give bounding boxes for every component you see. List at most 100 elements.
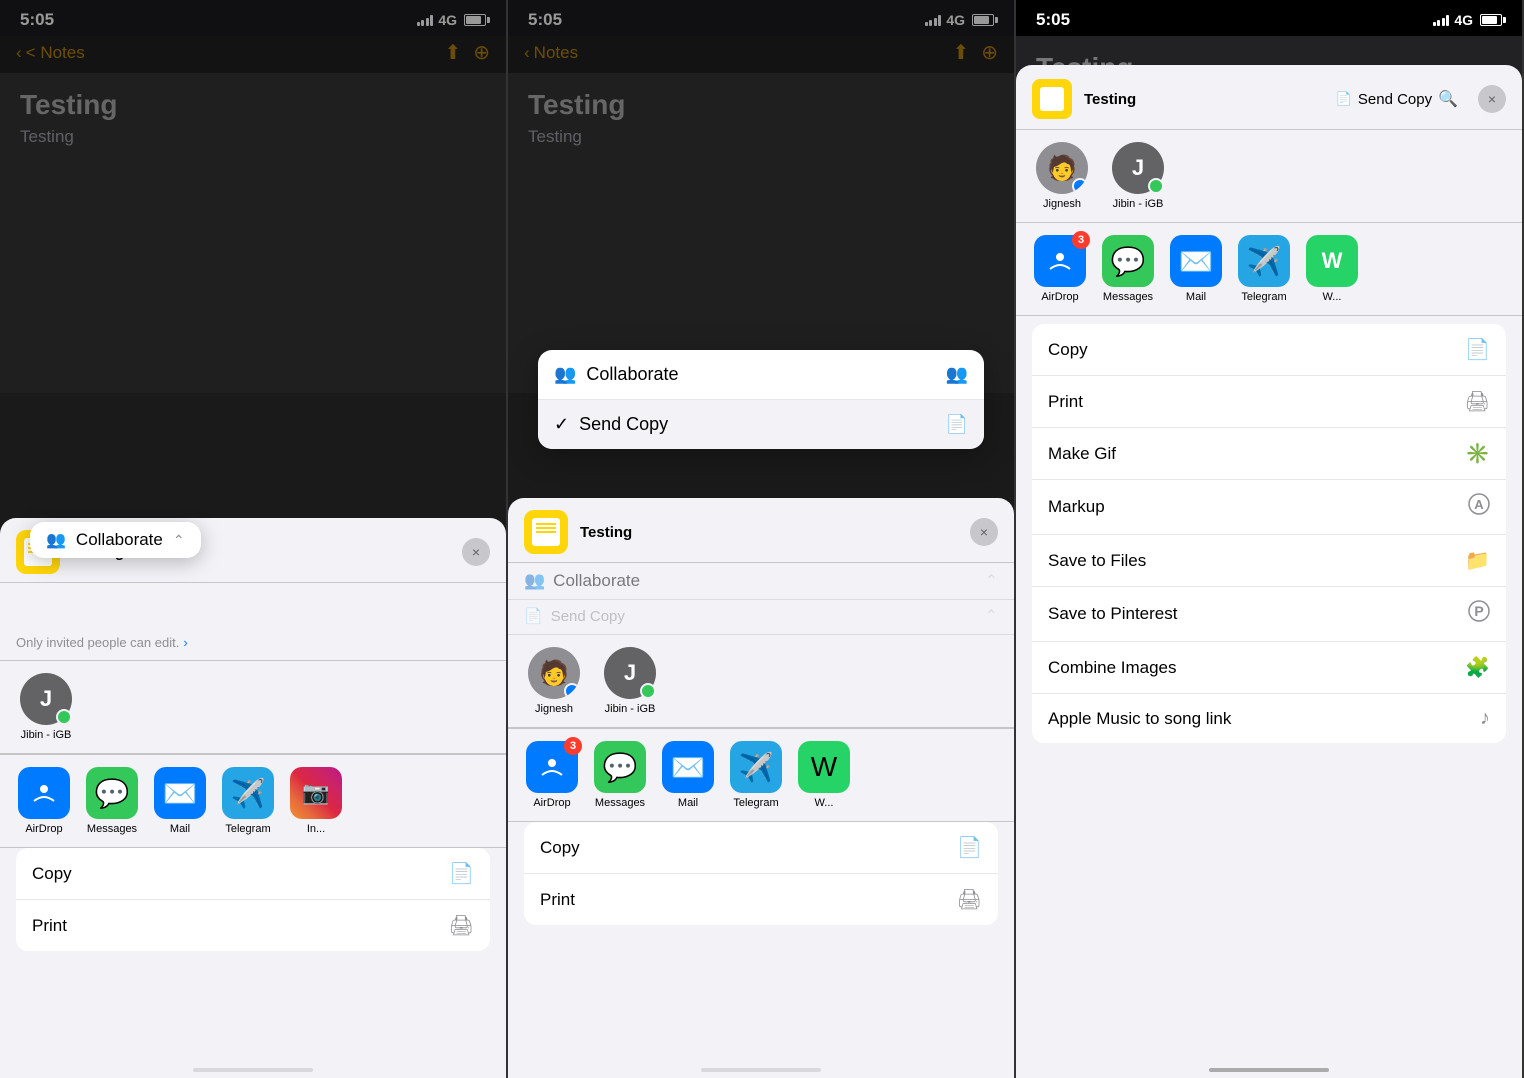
save-pinterest-action-3[interactable]: Save to Pinterest P xyxy=(1032,587,1506,642)
contact-avatar-jignesh-3: 🧑 xyxy=(1036,142,1088,194)
airdrop-badge-count-2: 3 xyxy=(564,737,582,755)
close-button-1[interactable]: × xyxy=(462,538,490,566)
send-copy-header-label-3: 📄 xyxy=(1336,91,1352,107)
app-w-3[interactable]: W W... xyxy=(1304,235,1360,303)
make-gif-label-3: Make Gif xyxy=(1048,444,1116,464)
airdrop-badge-3 xyxy=(1072,178,1088,194)
contact-jibin-2[interactable]: J Jibin - iGB xyxy=(600,647,660,715)
contact-jignesh-3[interactable]: 🧑 Jignesh xyxy=(1032,142,1092,210)
contact-jibin-1[interactable]: J Jibin - iGB xyxy=(16,673,76,741)
app-name-messages-2: Messages xyxy=(595,797,645,809)
print-action-3[interactable]: Print 🖨 xyxy=(1032,376,1506,428)
markup-icon-3: A xyxy=(1468,493,1490,521)
combine-images-action-3[interactable]: Combine Images 🧩 xyxy=(1032,642,1506,694)
panel-2: 5:05 4G ‹ Notes ⬆ ⊕ Testing Testing xyxy=(508,0,1016,1078)
mail-icon-1: ✉️ xyxy=(154,767,206,819)
make-gif-icon-3: ✳️ xyxy=(1465,441,1490,466)
share-header-2: Testing × xyxy=(508,498,1014,563)
battery-3 xyxy=(1480,14,1502,26)
p3-contacts: 🧑 Jignesh J Jibin - iGB xyxy=(1016,130,1522,223)
copy-label-1: Copy xyxy=(32,864,72,884)
save-files-icon-3: 📁 xyxy=(1465,548,1490,573)
contact-name-jibin-3: Jibin - iGB xyxy=(1113,198,1164,210)
home-indicator-3 xyxy=(1209,1068,1329,1072)
app-telegram-2[interactable]: ✈️ Telegram xyxy=(728,741,784,809)
collab-section-1: Only invited people can edit. › xyxy=(0,583,506,661)
close-button-2[interactable]: × xyxy=(970,518,998,546)
share-sheet-1: Testing × Only invited people can edit. … xyxy=(0,518,506,1078)
print-label-1: Print xyxy=(32,916,67,936)
app-name-instagram-1: In... xyxy=(307,823,325,835)
app-airdrop-1[interactable]: AirDrop xyxy=(16,767,72,835)
messages-badge-3 xyxy=(1148,178,1164,194)
app-name-airdrop-2: AirDrop xyxy=(533,797,570,809)
p3-note-title: Testing xyxy=(1084,91,1198,108)
markup-label-3: Markup xyxy=(1048,497,1105,517)
send-copy-header-3: 📄 Send Copy 🔍 xyxy=(1336,89,1458,109)
checkmark-icon-2: ✓ xyxy=(554,414,569,435)
print-action-2[interactable]: Print 🖨 xyxy=(524,874,998,925)
app-mail-2[interactable]: ✉️ Mail xyxy=(660,741,716,809)
print-label-3: Print xyxy=(1048,392,1083,412)
app-name-telegram-1: Telegram xyxy=(225,823,270,835)
send-copy-option-label-2: Send Copy xyxy=(579,414,668,435)
contact-name-jignesh-2: Jignesh xyxy=(535,703,573,715)
save-pinterest-label-3: Save to Pinterest xyxy=(1048,604,1177,624)
search-icon-3[interactable]: 🔍 xyxy=(1438,89,1458,109)
app-w-2[interactable]: W W... xyxy=(796,741,852,809)
network-type-3: 4G xyxy=(1454,12,1473,28)
copy-icon-2: 📄 xyxy=(957,835,982,860)
app-airdrop-2[interactable]: 3 AirDrop xyxy=(524,741,580,809)
print-action-1[interactable]: Print 🖨 xyxy=(16,900,490,951)
svg-text:A: A xyxy=(1474,497,1484,512)
note-icon-2 xyxy=(524,510,568,554)
app-airdrop-3[interactable]: 3 AirDrop xyxy=(1032,235,1088,303)
app-mail-3[interactable]: ✉️ Mail xyxy=(1168,235,1224,303)
apple-music-action-3[interactable]: Apple Music to song link ♪ xyxy=(1032,694,1506,743)
app-mail-1[interactable]: ✉️ Mail xyxy=(152,767,208,835)
copy-action-2[interactable]: Copy 📄 xyxy=(524,822,998,874)
app-name-w-3: W... xyxy=(1323,291,1342,303)
messages-icon-2: 💬 xyxy=(594,741,646,793)
messages-icon-1: 💬 xyxy=(86,767,138,819)
combine-images-icon-3: 🧩 xyxy=(1465,655,1490,680)
contact-name-jibin-1: Jibin - iGB xyxy=(21,729,72,741)
app-instagram-1[interactable]: 📷 In... xyxy=(288,767,344,835)
svg-text:P: P xyxy=(1474,603,1483,619)
messages-badge-2 xyxy=(640,683,656,699)
markup-action-3[interactable]: Markup A xyxy=(1032,480,1506,535)
collaborate-option-icon-2: 👥 xyxy=(946,364,968,385)
contact-name-jibin-2: Jibin - iGB xyxy=(605,703,656,715)
app-messages-3[interactable]: 💬 Messages xyxy=(1100,235,1156,303)
app-name-mail-2: Mail xyxy=(678,797,698,809)
apple-music-label-3: Apple Music to song link xyxy=(1048,709,1231,729)
p3-apps: 3 AirDrop 💬 Messages ✉️ Mail ✈️ Telegram xyxy=(1016,223,1522,316)
collaborate-popup-1[interactable]: 👥 Collaborate ⌃ xyxy=(30,522,201,558)
send-copy-option-2[interactable]: ✓ Send Copy 📄 xyxy=(538,400,984,449)
apple-music-icon-3: ♪ xyxy=(1480,707,1490,730)
instagram-icon-1: 📷 xyxy=(290,767,342,819)
app-name-w-2: W... xyxy=(815,797,834,809)
app-messages-1[interactable]: 💬 Messages xyxy=(84,767,140,835)
status-bar-3: 5:05 4G xyxy=(1016,0,1522,36)
app-name-telegram-3: Telegram xyxy=(1241,291,1286,303)
print-icon-2: 🖨 xyxy=(957,887,982,912)
contact-jignesh-2[interactable]: 🧑 Jignesh xyxy=(524,647,584,715)
telegram-icon-2: ✈️ xyxy=(730,741,782,793)
airdrop-badge-count-3: 3 xyxy=(1072,231,1090,249)
app-telegram-1[interactable]: ✈️ Telegram xyxy=(220,767,276,835)
contact-avatar-jibin-2: J xyxy=(604,647,656,699)
apps-row-1: AirDrop 💬 Messages ✉️ Mail ✈️ Telegram 📷… xyxy=(0,754,506,848)
app-messages-2[interactable]: 💬 Messages xyxy=(592,741,648,809)
save-files-action-3[interactable]: Save to Files 📁 xyxy=(1032,535,1506,587)
app-name-messages-1: Messages xyxy=(87,823,137,835)
panel-3: 5:05 4G Testing Testing xyxy=(1016,0,1524,1078)
make-gif-action-3[interactable]: Make Gif ✳️ xyxy=(1032,428,1506,480)
app-telegram-3[interactable]: ✈️ Telegram xyxy=(1236,235,1292,303)
send-copy-label-2: Send Copy xyxy=(551,608,625,625)
copy-action-3[interactable]: Copy 📄 xyxy=(1032,324,1506,376)
p3-close-button[interactable]: × xyxy=(1478,85,1506,113)
contact-jibin-3[interactable]: J Jibin - iGB xyxy=(1108,142,1168,210)
collaborate-option-2[interactable]: 👥 Collaborate 👥 xyxy=(538,350,984,400)
copy-action-1[interactable]: Copy 📄 xyxy=(16,848,490,900)
